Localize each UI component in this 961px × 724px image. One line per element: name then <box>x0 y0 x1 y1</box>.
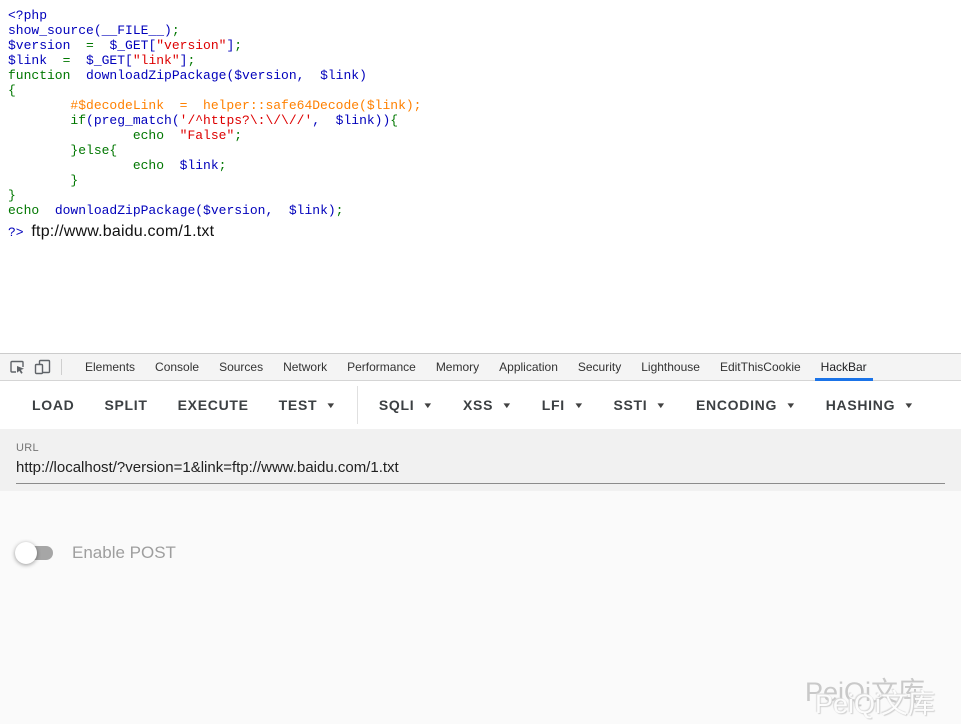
devtools-tabs: ElementsConsoleSourcesNetworkPerformance… <box>75 354 877 380</box>
php-source-view: <?phpshow_source(__FILE__);$version = $_… <box>0 0 961 353</box>
code-line: $link = $_GET["link"]; <box>8 53 961 68</box>
toggle-device-toolbar-icon[interactable] <box>30 354 56 380</box>
url-label: URL <box>16 442 945 454</box>
tab-editthiscookie[interactable]: EditThisCookie <box>710 354 811 380</box>
url-section: URL <box>0 429 961 491</box>
code-line: }else{ <box>8 143 961 158</box>
watermark: PeiQi文库 PeiQi文库 <box>805 670 955 716</box>
hackbar-button-xss[interactable]: XSS▼ <box>448 387 527 423</box>
chevron-down-icon: ▼ <box>656 401 668 410</box>
enable-post-label: Enable POST <box>72 543 176 563</box>
chevron-down-icon: ▼ <box>501 401 513 410</box>
chevron-down-icon: ▼ <box>573 401 585 410</box>
code-line: #$decodeLink = helper::safe64Decode($lin… <box>8 98 961 113</box>
code-line: echo $link; <box>8 158 961 173</box>
hackbar-button-load[interactable]: LOAD <box>17 387 89 423</box>
inspect-element-icon[interactable] <box>4 354 30 380</box>
hackbar-button-hashing[interactable]: HASHING▼ <box>811 387 929 423</box>
tab-console[interactable]: Console <box>145 354 209 380</box>
code-line: $version = $_GET["version"]; <box>8 38 961 53</box>
code-line: echo downloadZipPackage($version, $link)… <box>8 203 961 218</box>
tab-performance[interactable]: Performance <box>337 354 426 380</box>
tab-network[interactable]: Network <box>273 354 337 380</box>
toggle-knob-icon <box>15 542 37 564</box>
hackbar-button-lfi[interactable]: LFI▼ <box>527 387 599 423</box>
tab-lighthouse[interactable]: Lighthouse <box>631 354 710 380</box>
tab-security[interactable]: Security <box>568 354 631 380</box>
hackbar-button-execute[interactable]: EXECUTE <box>163 387 264 423</box>
code-line: } <box>8 188 961 203</box>
code-line: if(preg_match('/^https?\:\/\//', $link))… <box>8 113 961 128</box>
code-line: { <box>8 83 961 98</box>
code-line: echo "False"; <box>8 128 961 143</box>
devtools-tabbar: ElementsConsoleSourcesNetworkPerformance… <box>0 354 961 381</box>
chevron-down-icon: ▼ <box>903 401 915 410</box>
hackbar-toolbar: LOADSPLITEXECUTETEST▼ SQLI▼XSS▼LFI▼SSTI▼E… <box>0 381 961 429</box>
hackbar-body: Enable POST PeiQi文库 PeiQi文库 <box>0 491 961 724</box>
hackbar-button-test[interactable]: TEST▼ <box>264 387 351 423</box>
php-code: <?phpshow_source(__FILE__);$version = $_… <box>8 8 961 243</box>
devtools-panel: ElementsConsoleSourcesNetworkPerformance… <box>0 353 961 724</box>
chevron-down-icon: ▼ <box>785 401 797 410</box>
code-line: ?> ftp://www.baidu.com/1.txt <box>8 218 961 243</box>
tab-application[interactable]: Application <box>489 354 568 380</box>
tab-sources[interactable]: Sources <box>209 354 273 380</box>
enable-post-row: Enable POST <box>0 491 961 565</box>
hackbar-button-encoding[interactable]: ENCODING▼ <box>681 387 811 423</box>
tab-memory[interactable]: Memory <box>426 354 489 380</box>
code-line: <?php <box>8 8 961 23</box>
hackbar-button-ssti[interactable]: SSTI▼ <box>598 387 681 423</box>
hackbar-button-sqli[interactable]: SQLI▼ <box>364 387 448 423</box>
chevron-down-icon: ▼ <box>423 401 435 410</box>
url-input[interactable] <box>16 454 945 484</box>
toolbar-divider <box>357 386 358 424</box>
tab-elements[interactable]: Elements <box>75 354 145 380</box>
code-line: show_source(__FILE__); <box>8 23 961 38</box>
watermark-text-front: PeiQi文库 <box>815 682 935 721</box>
code-line: function downloadZipPackage($version, $l… <box>8 68 961 83</box>
tabbar-separator <box>61 359 62 375</box>
hackbar-button-split[interactable]: SPLIT <box>89 387 162 423</box>
page: <?phpshow_source(__FILE__);$version = $_… <box>0 0 961 724</box>
code-line: } <box>8 173 961 188</box>
chevron-down-icon: ▼ <box>326 401 338 410</box>
watermark-text-back: PeiQi文库 <box>805 670 925 709</box>
enable-post-toggle[interactable] <box>15 541 55 565</box>
tab-hackbar[interactable]: HackBar <box>811 354 877 380</box>
